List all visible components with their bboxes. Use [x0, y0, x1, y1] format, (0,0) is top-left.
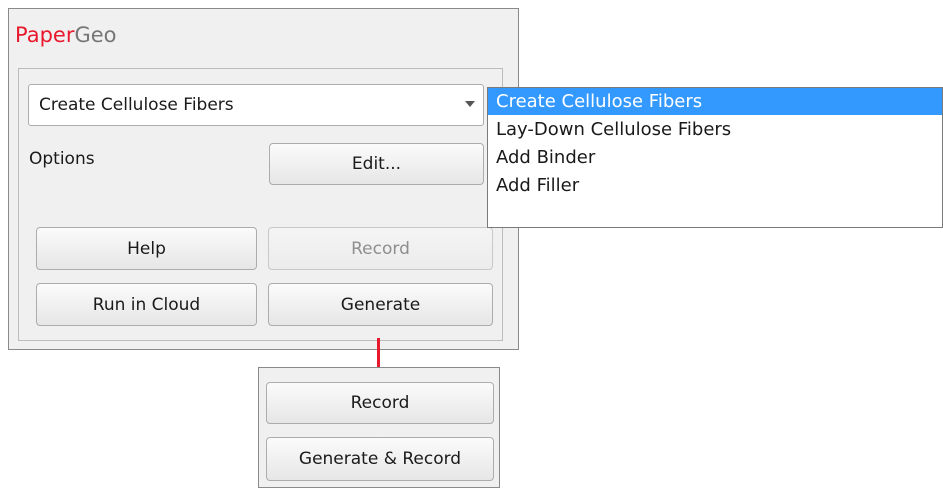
brand-part-geo: Geo: [74, 23, 117, 47]
generate-and-record-button[interactable]: Generate & Record: [266, 437, 494, 481]
dropdown-item-create-cellulose-fibers[interactable]: Create Cellulose Fibers: [488, 88, 942, 115]
dropdown-item-add-filler[interactable]: Add Filler: [488, 172, 942, 199]
help-button[interactable]: Help: [36, 227, 257, 270]
action-combobox[interactable]: Create Cellulose Fibers: [28, 84, 484, 126]
brand-part-paper: Paper: [15, 23, 75, 47]
dropdown-item-add-binder[interactable]: Add Binder: [488, 144, 942, 171]
chevron-down-icon[interactable]: [465, 101, 475, 107]
papergeo-logo: PaperGeo: [15, 22, 117, 48]
options-label: Options: [29, 149, 95, 169]
record-button[interactable]: Record: [266, 382, 494, 424]
action-dropdown-list: Create Cellulose Fibers Lay-Down Cellulo…: [487, 87, 943, 228]
generate-button[interactable]: Generate: [268, 283, 493, 326]
edit-button[interactable]: Edit...: [269, 143, 484, 185]
combo-selected-value: Create Cellulose Fibers: [39, 95, 234, 115]
dropdown-item-lay-down-cellulose-fibers[interactable]: Lay-Down Cellulose Fibers: [488, 116, 942, 143]
run-in-cloud-button[interactable]: Run in Cloud: [36, 283, 257, 326]
record-button-disabled[interactable]: Record: [268, 227, 493, 270]
